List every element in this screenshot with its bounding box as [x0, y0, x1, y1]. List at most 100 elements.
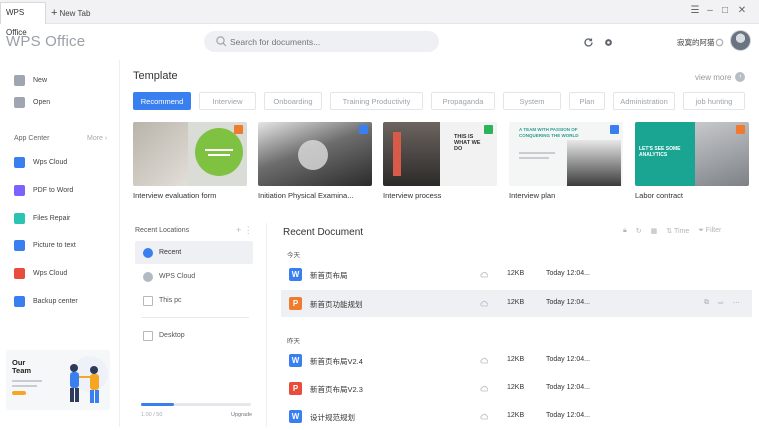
promo-banner[interactable]: Our Team — [6, 350, 110, 410]
cloud-status-icon — [480, 385, 488, 392]
category-job-hunting[interactable]: job hunting — [683, 92, 745, 110]
cloud-status-icon — [480, 300, 488, 307]
template-label: Interview process — [383, 191, 442, 200]
document-time: Today 12:04... — [546, 356, 590, 363]
document-row[interactable]: P 新首页布局V2.3 12KB Today 12:04... — [281, 375, 752, 402]
grid-icon[interactable]: ▦ — [651, 227, 658, 235]
location-wps-cloud[interactable]: WPS Cloud — [135, 265, 253, 288]
sort-time-label: Time — [673, 228, 690, 235]
tab-wps-office[interactable]: WPS Office — [0, 2, 46, 37]
divider — [141, 317, 249, 318]
close-icon[interactable]: ✕ — [735, 5, 749, 16]
thumb-title: A TEAM WITH PASSION OF CONQUERING THE WO… — [519, 127, 579, 138]
sort-time-button[interactable]: ⇅ Time — [666, 227, 689, 235]
cloud-icon — [14, 156, 25, 168]
location-desktop[interactable]: Desktop — [135, 324, 253, 347]
template-thumbnail: THIS IS WHAT WE DO — [383, 122, 497, 186]
desktop-icon — [143, 330, 153, 341]
upgrade-link[interactable]: Upgrade — [231, 412, 252, 418]
photo-accent — [393, 132, 401, 176]
cloud-status-icon — [480, 271, 488, 278]
category-onboarding[interactable]: Onboarding — [264, 92, 322, 110]
document-size: 12KB — [507, 412, 525, 419]
minimize-icon[interactable]: – — [703, 5, 717, 16]
app-center-more-link[interactable]: More › — [87, 135, 107, 142]
category-plan[interactable]: Plan — [569, 92, 605, 110]
category-interview[interactable]: Interview — [199, 92, 256, 110]
refresh-icon[interactable]: ↻ — [636, 227, 642, 235]
sidebar-item-picture-to-text[interactable]: Picture to text — [14, 238, 76, 252]
document-time: Today 12:04... — [546, 270, 590, 277]
menu-icon[interactable]: ☰ — [688, 5, 702, 16]
new-tab-label: New Tab — [59, 9, 91, 18]
category-recommend[interactable]: Recommend — [133, 92, 191, 110]
add-location-icon[interactable]: + ⋮ — [236, 225, 253, 236]
location-recent[interactable]: Recent — [135, 241, 253, 264]
filter-label: Filter — [705, 227, 722, 234]
template-card[interactable]: A TEAM WITH PASSION OF CONQUERING THE WO… — [509, 122, 623, 202]
sidebar-item-label: PDF to Word — [33, 186, 74, 194]
category-system[interactable]: System — [503, 92, 561, 110]
sidebar-item-backup-center[interactable]: Backup center — [14, 294, 78, 308]
green-circle — [195, 128, 243, 176]
sidebar-item-pdf-to-word[interactable]: PDF to Word — [14, 183, 73, 197]
open-button[interactable]: Open — [14, 95, 50, 109]
category-propaganda[interactable]: Propaganda — [431, 92, 495, 110]
document-row[interactable]: W 新首页布局V2.4 12KB Today 12:04... — [281, 347, 752, 374]
location-this-pc[interactable]: This pc — [135, 289, 253, 312]
search-box[interactable] — [204, 31, 439, 52]
template-label: Interview evaluation form — [133, 191, 217, 200]
template-thumbnail: LET'S SEE SOME ANALYTICS — [635, 122, 749, 186]
document-size: 12KB — [507, 384, 525, 391]
document-name: 新首页布局V2.4 — [310, 357, 363, 366]
sidebar-item-wps-cloud[interactable]: Wps Cloud — [14, 155, 67, 169]
share-icon[interactable]: ⇨ — [718, 299, 724, 307]
monitor-icon — [143, 295, 153, 306]
more-options-icon[interactable]: ⋯ — [733, 299, 740, 307]
filter-button[interactable]: ⏷ Filter — [698, 227, 721, 235]
sidebar-item-wps-cloud-2[interactable]: Wps Cloud — [14, 266, 67, 280]
location-label: WPS Cloud — [159, 273, 196, 280]
avatar[interactable] — [730, 30, 751, 51]
filter-icon: ⏷ — [698, 227, 704, 234]
document-size: 12KB — [507, 356, 525, 363]
category-training-productivity[interactable]: Training Productivity — [330, 92, 423, 110]
open-external-icon[interactable]: ⧉ — [704, 299, 709, 307]
photo-area — [133, 122, 188, 186]
header: WPS Office 寂寞的阿猫 — [0, 24, 759, 60]
template-card[interactable]: LET'S SEE SOME ANALYTICS Labor contract — [635, 122, 749, 202]
photo-shape — [298, 140, 328, 170]
template-card[interactable]: THIS IS WHAT WE DO Interview process — [383, 122, 497, 202]
document-row[interactable]: W 设计规范规划 12KB Today 12:04... — [281, 403, 752, 430]
promo-title: Our Team — [12, 358, 32, 375]
document-toolbar: 🔒︎ ↻ ▦ ⇅ Time ⏷ Filter — [623, 227, 730, 235]
new-tab-button[interactable]: + New Tab — [51, 2, 90, 24]
new-button[interactable]: New — [14, 73, 47, 87]
document-name: 设计规范规划 — [310, 413, 355, 422]
view-more-link[interactable]: view more › — [695, 72, 746, 82]
document-row[interactable]: W 新首页布局 12KB Today 12:04... — [281, 261, 752, 288]
sidebar-item-files-repair[interactable]: Files Repair — [14, 211, 70, 225]
lock-icon[interactable]: 🔒︎ — [623, 227, 627, 235]
sidebar-item-label: Picture to text — [33, 241, 76, 249]
app-center-heading: App Center — [14, 135, 50, 142]
user-name[interactable]: 寂寞的阿猫 — [677, 37, 715, 48]
word-doc-icon: W — [289, 410, 302, 423]
settings-icon[interactable] — [603, 37, 614, 48]
maximize-icon[interactable]: □ — [718, 5, 732, 16]
sync-icon[interactable] — [583, 37, 594, 48]
template-card[interactable]: Initiation Physical Examina... — [258, 122, 372, 202]
word-badge-icon — [359, 125, 368, 134]
new-label: New — [33, 76, 48, 84]
search-input[interactable] — [230, 34, 430, 49]
user-settings-icon[interactable] — [714, 37, 725, 48]
new-icon — [14, 74, 25, 86]
document-row-selected[interactable]: P 新首页功能规划 12KB Today 12:04... ⧉ ⇨ ⋯ — [281, 290, 752, 317]
word-doc-icon: W — [289, 354, 302, 367]
thumb-text-line — [519, 152, 555, 154]
document-size: 12KB — [507, 270, 525, 277]
sidebar: New Open App Center More › Wps Cloud PDF… — [0, 60, 120, 427]
template-label: Labor contract — [635, 191, 683, 200]
template-card[interactable]: Interview evaluation form — [133, 122, 247, 202]
category-administration[interactable]: Administration — [613, 92, 675, 110]
